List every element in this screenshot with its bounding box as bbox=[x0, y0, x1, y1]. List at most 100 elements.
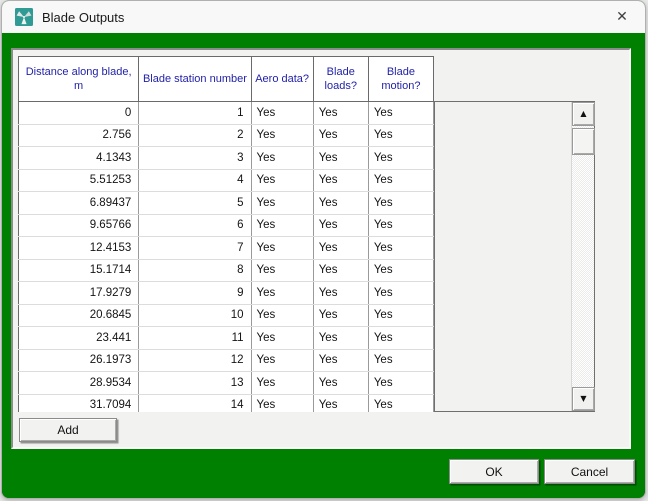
cell-motion[interactable]: Yes bbox=[368, 214, 433, 237]
cell-motion[interactable]: Yes bbox=[368, 192, 433, 215]
table-row: 15.1714 8 Yes Yes Yes bbox=[19, 259, 434, 282]
cell-loads[interactable]: Yes bbox=[313, 147, 368, 170]
header-row: Distance along blade, m Blade station nu… bbox=[19, 57, 434, 102]
cell-distance[interactable]: 12.4153 bbox=[19, 237, 139, 260]
cell-loads[interactable]: Yes bbox=[313, 327, 368, 350]
table-row: 28.9534 13 Yes Yes Yes bbox=[19, 372, 434, 395]
cell-station[interactable]: 11 bbox=[139, 327, 251, 350]
add-button[interactable]: Add bbox=[19, 418, 117, 442]
cell-station[interactable]: 10 bbox=[139, 304, 251, 327]
cell-loads[interactable]: Yes bbox=[313, 214, 368, 237]
cell-loads[interactable]: Yes bbox=[313, 192, 368, 215]
cell-station[interactable]: 14 bbox=[139, 394, 251, 412]
cell-station[interactable]: 2 bbox=[139, 124, 251, 147]
cell-aero[interactable]: Yes bbox=[251, 147, 313, 170]
cell-loads[interactable]: Yes bbox=[313, 349, 368, 372]
title-bar: Blade Outputs ✕ bbox=[2, 1, 645, 33]
cell-distance[interactable]: 5.51253 bbox=[19, 169, 139, 192]
scroll-up-icon[interactable]: ▲ bbox=[572, 102, 595, 126]
cell-distance[interactable]: 28.9534 bbox=[19, 372, 139, 395]
cell-station[interactable]: 8 bbox=[139, 259, 251, 282]
cell-distance[interactable]: 9.65766 bbox=[19, 214, 139, 237]
table-row: 17.9279 9 Yes Yes Yes bbox=[19, 282, 434, 305]
col-header-station: Blade station number bbox=[139, 57, 251, 102]
cell-station[interactable]: 12 bbox=[139, 349, 251, 372]
cell-motion[interactable]: Yes bbox=[368, 394, 433, 412]
table-row: 12.4153 7 Yes Yes Yes bbox=[19, 237, 434, 260]
cell-distance[interactable]: 15.1714 bbox=[19, 259, 139, 282]
cell-distance[interactable]: 23.441 bbox=[19, 327, 139, 350]
ok-button[interactable]: OK bbox=[449, 459, 539, 484]
cell-distance[interactable]: 17.9279 bbox=[19, 282, 139, 305]
cell-loads[interactable]: Yes bbox=[313, 169, 368, 192]
cell-motion[interactable]: Yes bbox=[368, 169, 433, 192]
table-row: 6.89437 5 Yes Yes Yes bbox=[19, 192, 434, 215]
cell-station[interactable]: 13 bbox=[139, 372, 251, 395]
cell-distance[interactable]: 6.89437 bbox=[19, 192, 139, 215]
blade-stations-table: Distance along blade, m Blade station nu… bbox=[18, 56, 434, 412]
cell-aero[interactable]: Yes bbox=[251, 259, 313, 282]
cell-loads[interactable]: Yes bbox=[313, 259, 368, 282]
cell-loads[interactable]: Yes bbox=[313, 102, 368, 125]
cell-distance[interactable]: 20.6845 bbox=[19, 304, 139, 327]
col-header-motion: Blade motion? bbox=[368, 57, 433, 102]
cell-aero[interactable]: Yes bbox=[251, 394, 313, 412]
cell-motion[interactable]: Yes bbox=[368, 124, 433, 147]
cell-aero[interactable]: Yes bbox=[251, 237, 313, 260]
cell-motion[interactable]: Yes bbox=[368, 282, 433, 305]
cell-loads[interactable]: Yes bbox=[313, 304, 368, 327]
turbine-app-icon bbox=[15, 8, 33, 26]
cell-aero[interactable]: Yes bbox=[251, 282, 313, 305]
cell-aero[interactable]: Yes bbox=[251, 124, 313, 147]
table-row: 5.51253 4 Yes Yes Yes bbox=[19, 169, 434, 192]
cell-aero[interactable]: Yes bbox=[251, 372, 313, 395]
cell-station[interactable]: 3 bbox=[139, 147, 251, 170]
cell-loads[interactable]: Yes bbox=[313, 372, 368, 395]
cell-aero[interactable]: Yes bbox=[251, 327, 313, 350]
vertical-scrollbar[interactable]: ▲ ▼ bbox=[571, 102, 594, 411]
cell-motion[interactable]: Yes bbox=[368, 304, 433, 327]
cell-motion[interactable]: Yes bbox=[368, 372, 433, 395]
table-row: 2.756 2 Yes Yes Yes bbox=[19, 124, 434, 147]
cell-motion[interactable]: Yes bbox=[368, 237, 433, 260]
dialog-body: Distance along blade, m Blade station nu… bbox=[2, 33, 645, 498]
cell-distance[interactable]: 2.756 bbox=[19, 124, 139, 147]
cell-aero[interactable]: Yes bbox=[251, 304, 313, 327]
cell-aero[interactable]: Yes bbox=[251, 192, 313, 215]
cell-station[interactable]: 4 bbox=[139, 169, 251, 192]
cell-aero[interactable]: Yes bbox=[251, 349, 313, 372]
cell-aero[interactable]: Yes bbox=[251, 102, 313, 125]
scroll-down-icon[interactable]: ▼ bbox=[572, 387, 595, 411]
cell-distance[interactable]: 0 bbox=[19, 102, 139, 125]
cell-loads[interactable]: Yes bbox=[313, 237, 368, 260]
cell-motion[interactable]: Yes bbox=[368, 349, 433, 372]
content-panel: Distance along blade, m Blade station nu… bbox=[11, 48, 631, 449]
cell-distance[interactable]: 26.1973 bbox=[19, 349, 139, 372]
cell-aero[interactable]: Yes bbox=[251, 169, 313, 192]
cell-station[interactable]: 5 bbox=[139, 192, 251, 215]
table-row: 0 1 Yes Yes Yes bbox=[19, 102, 434, 125]
cancel-button[interactable]: Cancel bbox=[544, 459, 635, 484]
table-row: 20.6845 10 Yes Yes Yes bbox=[19, 304, 434, 327]
cell-station[interactable]: 1 bbox=[139, 102, 251, 125]
cell-motion[interactable]: Yes bbox=[368, 259, 433, 282]
scrollbar-thumb[interactable] bbox=[572, 128, 595, 155]
cell-motion[interactable]: Yes bbox=[368, 102, 433, 125]
cell-station[interactable]: 9 bbox=[139, 282, 251, 305]
cell-loads[interactable]: Yes bbox=[313, 124, 368, 147]
cell-motion[interactable]: Yes bbox=[368, 147, 433, 170]
cell-station[interactable]: 6 bbox=[139, 214, 251, 237]
cell-station[interactable]: 7 bbox=[139, 237, 251, 260]
table-row: 23.441 11 Yes Yes Yes bbox=[19, 327, 434, 350]
cell-aero[interactable]: Yes bbox=[251, 214, 313, 237]
cell-loads[interactable]: Yes bbox=[313, 394, 368, 412]
cell-loads[interactable]: Yes bbox=[313, 282, 368, 305]
table-viewport: Distance along blade, m Blade station nu… bbox=[18, 56, 435, 412]
col-header-loads: Blade loads? bbox=[313, 57, 368, 102]
cell-motion[interactable]: Yes bbox=[368, 327, 433, 350]
cell-distance[interactable]: 31.7094 bbox=[19, 394, 139, 412]
close-icon[interactable]: ✕ bbox=[599, 1, 645, 33]
table-body: 0 1 Yes Yes Yes 2.756 2 Yes Yes Yes 4.13… bbox=[19, 102, 434, 413]
cell-distance[interactable]: 4.1343 bbox=[19, 147, 139, 170]
table-row: 31.7094 14 Yes Yes Yes bbox=[19, 394, 434, 412]
